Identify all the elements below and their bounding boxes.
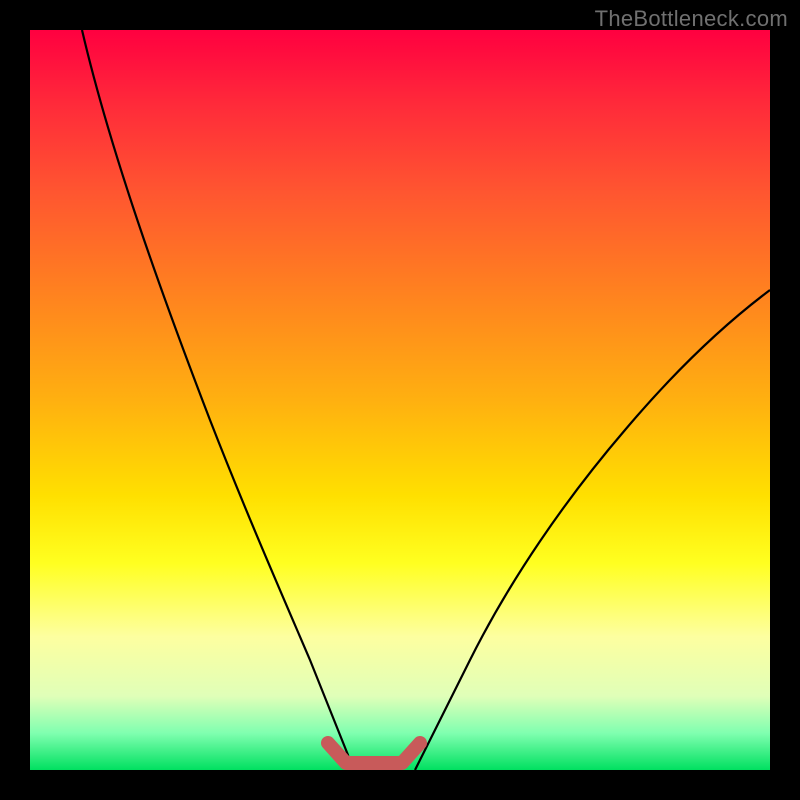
- watermark-text: TheBottleneck.com: [595, 6, 788, 32]
- chart-frame: TheBottleneck.com: [0, 0, 800, 800]
- trough-highlight: [328, 743, 420, 763]
- plot-area: [30, 30, 770, 770]
- chart-svg: [30, 30, 770, 770]
- right-curve: [415, 290, 770, 770]
- left-curve: [82, 30, 350, 770]
